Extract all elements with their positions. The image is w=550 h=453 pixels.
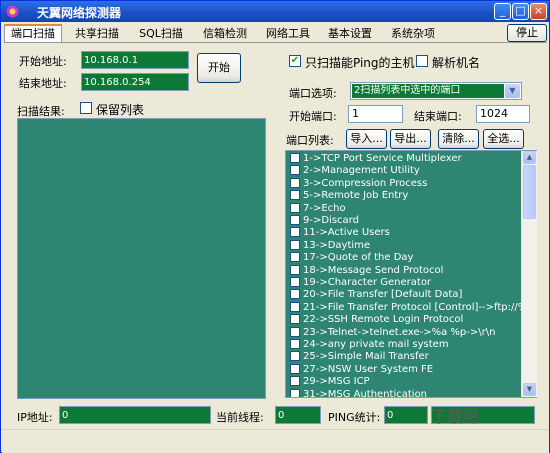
- list-item[interactable]: 20->File Transfer [Default Data]: [290, 289, 462, 301]
- scan-results-label: 扫描结果:: [17, 105, 65, 118]
- list-item[interactable]: 17->Quote of the Day: [290, 252, 413, 264]
- ping-only-label: 只扫描能Ping的主机: [305, 56, 415, 70]
- port-checkbox[interactable]: [290, 327, 300, 337]
- end-port-label: 结束端口:: [414, 110, 462, 123]
- title-bar[interactable]: 天翼网络探测器 _ □ ×: [1, 1, 549, 22]
- port-list[interactable]: 1->TCP Port Service Multiplexer 2->Manag…: [285, 150, 537, 398]
- port-checkbox[interactable]: [290, 252, 300, 262]
- ping-stats-field: 0: [384, 406, 428, 424]
- list-item[interactable]: 7->Echo: [290, 203, 346, 215]
- close-button[interactable]: ×: [530, 3, 547, 20]
- port-checkbox[interactable]: [290, 277, 300, 287]
- port-checkbox[interactable]: [290, 314, 300, 324]
- current-threads-field: 0: [275, 406, 321, 424]
- port-checkbox[interactable]: [290, 302, 300, 312]
- export-button[interactable]: 导出...: [390, 129, 431, 149]
- ip-address-field: 0: [59, 406, 211, 424]
- start-port-input[interactable]: 1: [348, 105, 403, 123]
- list-item[interactable]: 1->TCP Port Service Multiplexer: [290, 153, 462, 165]
- port-option-label: 端口选项:: [289, 87, 337, 100]
- list-item[interactable]: 11->Active Users: [290, 227, 390, 239]
- tab-basic-settings[interactable]: 基本设置: [321, 26, 379, 42]
- ip-address-label: IP地址:: [17, 411, 53, 424]
- list-item[interactable]: 27->NSW User System FE: [290, 364, 433, 376]
- port-checkbox[interactable]: [290, 389, 300, 397]
- clear-button[interactable]: 清除...: [438, 129, 479, 149]
- list-item[interactable]: 3->Compression Process: [290, 178, 427, 190]
- resolve-name-label: 解析机名: [432, 56, 481, 70]
- list-item[interactable]: 25->Simple Mail Transfer: [290, 351, 429, 363]
- list-item[interactable]: 23->Telnet->telnet.exe->%a %p->\r\n: [290, 327, 495, 339]
- select-all-button[interactable]: 全选...: [483, 129, 524, 149]
- tab-port-scan[interactable]: 端口扫描: [4, 24, 62, 43]
- list-item[interactable]: 31->MSG Authentication: [290, 389, 427, 397]
- port-checkbox[interactable]: [290, 265, 300, 275]
- port-list-scrollbar[interactable]: ▲ ▼: [521, 151, 537, 397]
- start-port-label: 开始端口:: [289, 110, 337, 123]
- port-checkbox[interactable]: [290, 215, 300, 225]
- port-checkbox[interactable]: [290, 351, 300, 361]
- port-checkbox[interactable]: [290, 190, 300, 200]
- tab-misc[interactable]: 系统杂项: [384, 26, 442, 42]
- list-item[interactable]: 19->Character Generator: [290, 277, 431, 289]
- start-address-input[interactable]: 10.168.0.1: [81, 51, 189, 69]
- stop-button[interactable]: 停止: [507, 24, 547, 42]
- tab-mailbox-check[interactable]: 信箱检测: [196, 26, 254, 42]
- resolve-name-checkbox[interactable]: [416, 55, 428, 67]
- scroll-thumb[interactable]: [523, 165, 536, 219]
- list-item[interactable]: 5->Remote Job Entry: [290, 190, 408, 202]
- list-item[interactable]: 29->MSG ICP: [290, 376, 370, 388]
- current-threads-label: 当前线程:: [216, 411, 264, 424]
- port-checkbox[interactable]: [290, 289, 300, 299]
- port-checkbox[interactable]: [290, 178, 300, 188]
- port-checkbox[interactable]: [290, 203, 300, 213]
- list-item[interactable]: 24->any private mail system: [290, 339, 449, 351]
- start-address-label: 开始地址:: [19, 55, 67, 68]
- port-checkbox[interactable]: [290, 364, 300, 374]
- scroll-down-icon[interactable]: ▼: [523, 383, 536, 396]
- list-item[interactable]: 13->Daytime: [290, 240, 370, 252]
- end-port-input[interactable]: 1024: [476, 105, 530, 123]
- port-checkbox[interactable]: [290, 153, 300, 163]
- list-item[interactable]: 2->Management Utility: [290, 165, 420, 177]
- port-list-label: 端口列表:: [286, 134, 334, 147]
- port-checkbox[interactable]: [290, 339, 300, 349]
- maximize-button[interactable]: □: [512, 3, 529, 20]
- list-item[interactable]: 21->File Transfer Protocol [Control]-->f…: [290, 302, 536, 314]
- list-item[interactable]: 22->SSH Remote Login Protocol: [290, 314, 463, 326]
- end-address-label: 结束地址:: [19, 77, 67, 90]
- start-scan-button[interactable]: 开始: [197, 53, 241, 83]
- tab-network-tools[interactable]: 网络工具: [259, 26, 317, 42]
- minimize-button[interactable]: _: [494, 3, 511, 20]
- tab-share-scan[interactable]: 共享扫描: [68, 26, 126, 42]
- end-address-input[interactable]: 10.168.0.254: [81, 73, 189, 91]
- bottom-strip: [2, 429, 549, 453]
- scan-results-list[interactable]: [17, 118, 266, 399]
- window-title: 天翼网络探测器: [37, 6, 122, 20]
- chevron-down-icon[interactable]: ▼: [505, 84, 520, 98]
- scroll-up-icon[interactable]: ▲: [523, 151, 536, 164]
- tab-sql-scan[interactable]: SQL扫描: [132, 26, 190, 42]
- import-button[interactable]: 导入...: [346, 129, 387, 149]
- port-option-value: 2扫描列表中选中的端口: [352, 84, 504, 98]
- keep-list-checkbox[interactable]: [80, 102, 92, 114]
- app-icon: [6, 5, 19, 18]
- ping-only-checkbox[interactable]: ✔: [289, 55, 301, 67]
- port-checkbox[interactable]: [290, 165, 300, 175]
- port-checkbox[interactable]: [290, 376, 300, 386]
- port-option-select[interactable]: 2扫描列表中选中的端口 ▼: [350, 82, 522, 100]
- port-checkbox[interactable]: [290, 227, 300, 237]
- ping-stats-label: PING统计:: [328, 411, 381, 424]
- list-item[interactable]: 9->Discard: [290, 215, 359, 227]
- keep-list-label: 保留列表: [96, 103, 145, 117]
- app-window: 天翼网络探测器 _ □ × 端口扫描 共享扫描 SQL扫描 信箱检测 网络工具 …: [0, 0, 550, 453]
- port-checkbox[interactable]: [290, 240, 300, 250]
- list-item[interactable]: 18->Message Send Protocol: [290, 265, 443, 277]
